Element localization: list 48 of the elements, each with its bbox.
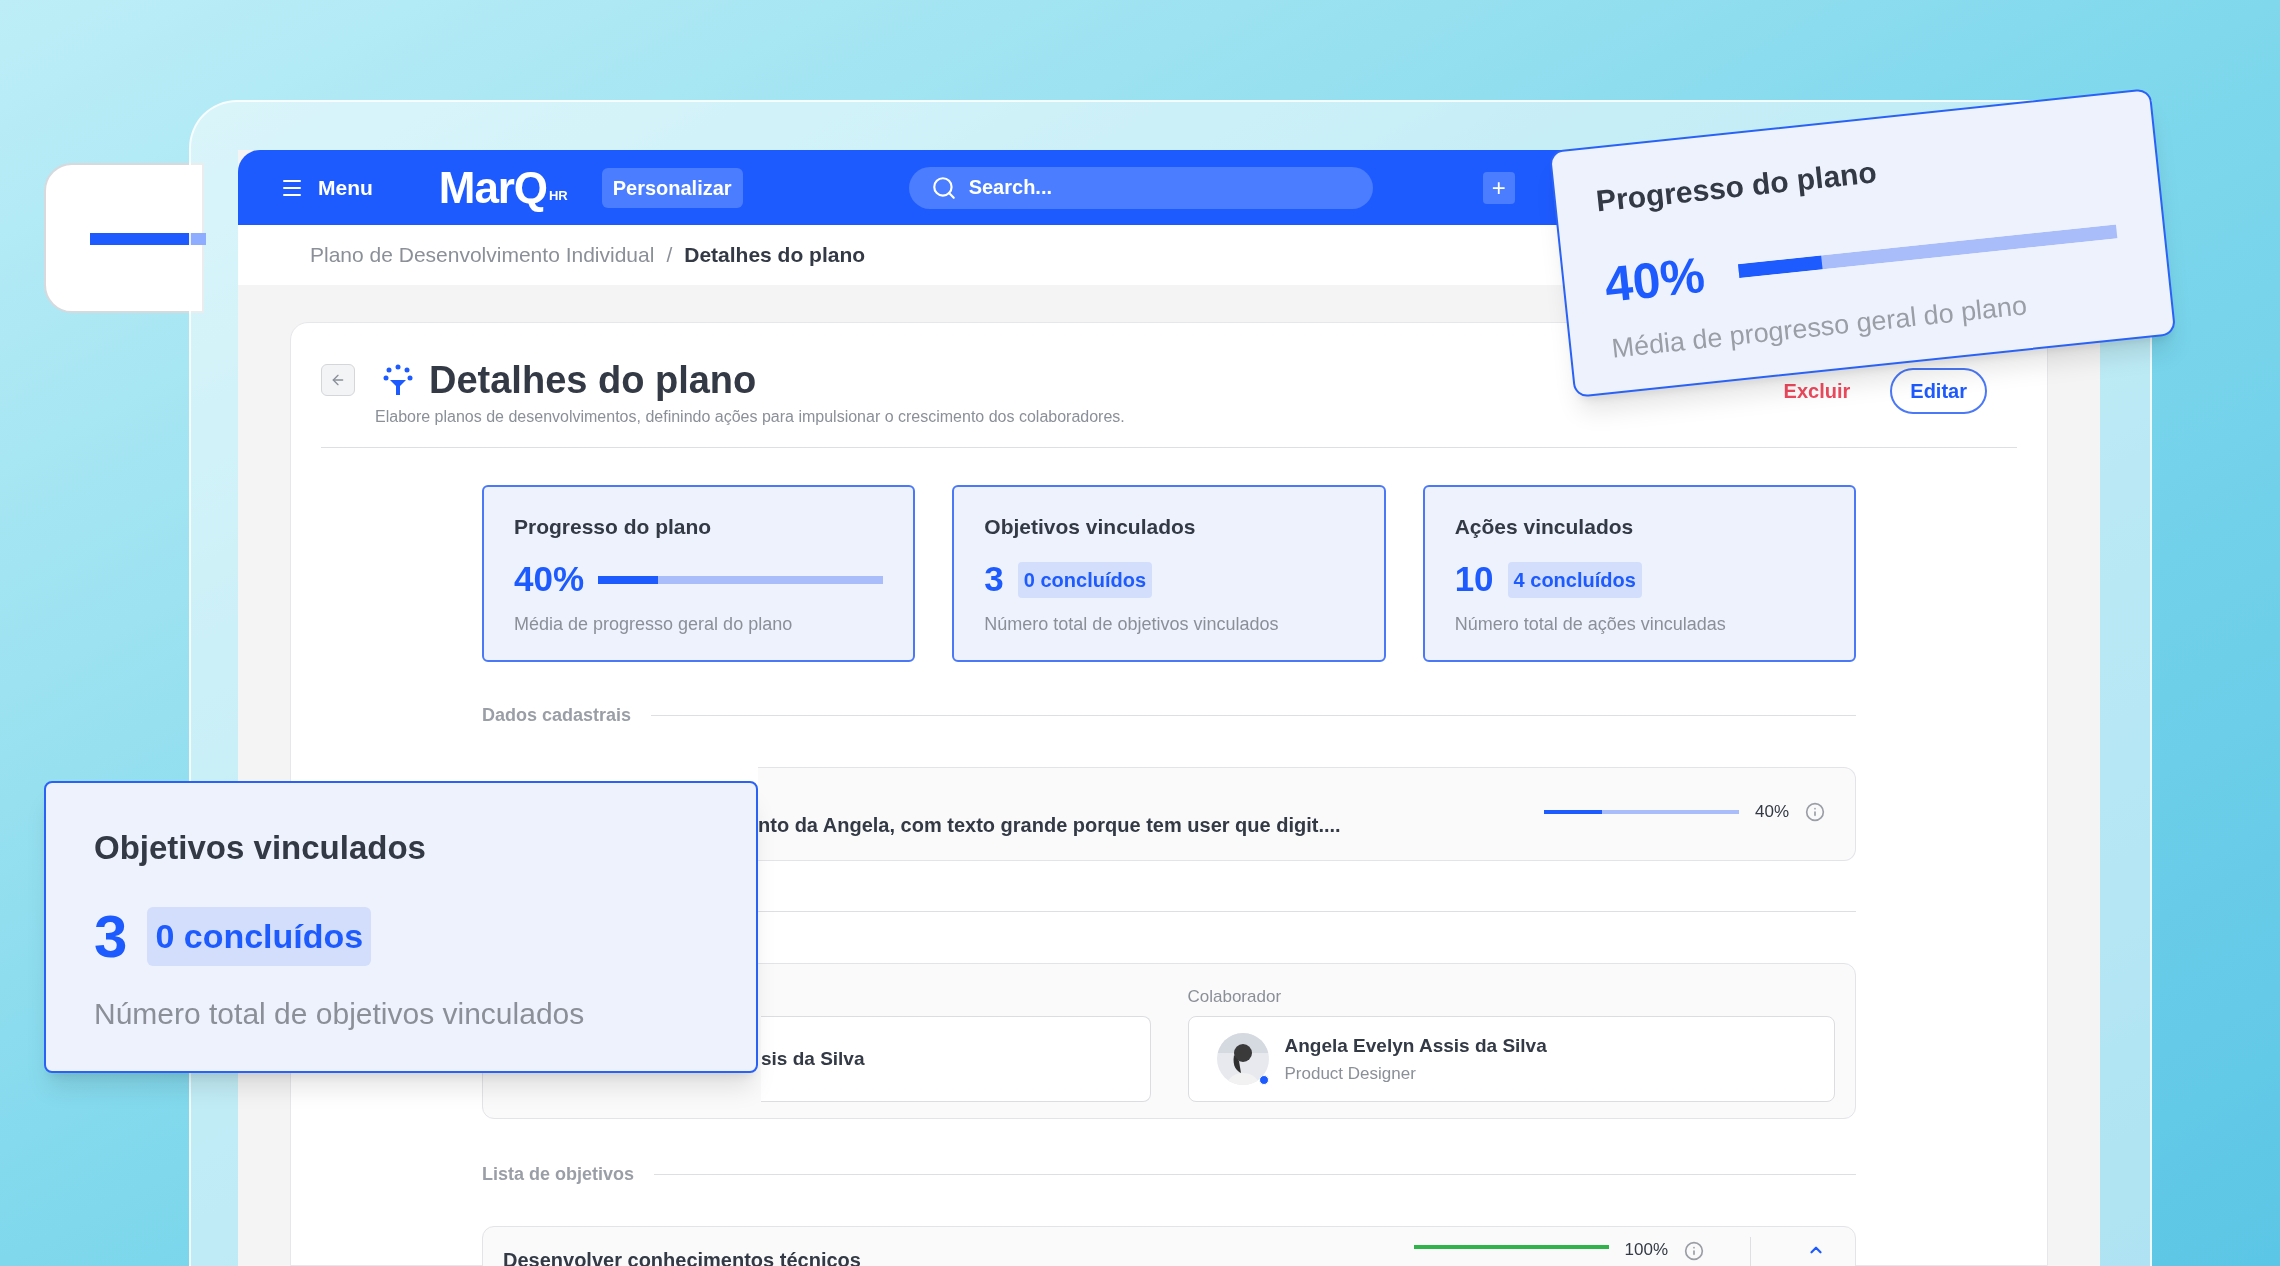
logo: MarQ xyxy=(438,165,547,210)
stat-description: Número total de objetivos vinculados xyxy=(984,612,1280,636)
count-value: 3 xyxy=(94,906,128,967)
breadcrumb-item[interactable]: Plano de Desenvolvimento Individual xyxy=(310,239,655,271)
completed-badge: 0 concluídos xyxy=(147,907,372,966)
completed-badge: 4 concluídos xyxy=(1507,561,1642,598)
progress-reading: 40% xyxy=(1754,801,1789,824)
info-icon xyxy=(1684,1241,1704,1261)
card-description: Número total de objetivos vinculados xyxy=(94,995,586,1032)
objective-row[interactable]: nto da Angela, com texto grande porque tem user que digit.... 40% xyxy=(758,767,1856,861)
breadcrumb-item: Detalhes do plano xyxy=(684,242,866,269)
field-label: Colaborador xyxy=(1187,986,1283,1008)
person-field[interactable]: sis da Silva xyxy=(761,1016,1151,1102)
breadcrumb-separator: / xyxy=(666,242,673,269)
completed-badge: 0 concluídos xyxy=(1017,561,1153,598)
stat-title: Objetivos vinculados xyxy=(984,514,1197,540)
back-icon xyxy=(330,372,346,388)
stat-description: Média de progresso geral do plano xyxy=(514,612,794,636)
stat-title: Ações vinculados xyxy=(1454,514,1635,540)
progress-reading: 100% xyxy=(1624,1241,1668,1258)
person-name: Angela Evelyn Assis da Silva xyxy=(1284,1034,1547,1058)
delete-button[interactable]: Excluir xyxy=(1783,376,1851,406)
progress-value: 40% xyxy=(1602,249,1708,310)
page-title: Detalhes do plano xyxy=(429,357,757,403)
info-icon xyxy=(1805,802,1825,822)
customize-button[interactable]: Personalizar xyxy=(601,167,743,208)
stat-value: 40% xyxy=(514,558,585,601)
card-title: Objetivos vinculados xyxy=(94,828,427,868)
growth-icon xyxy=(381,363,415,397)
back-button[interactable] xyxy=(321,364,355,396)
objective-title: nto da Angela, com texto grande porque tem user que digit.... xyxy=(758,813,1341,838)
page-subtitle: Elabore planos de desenvolvimentos, definindo ações para impulsionar o crescimento dos colaboradores. xyxy=(375,407,1126,427)
logo-suffix: HR xyxy=(548,186,568,205)
person-role: Product Designer xyxy=(1284,1062,1417,1085)
person-name: sis da Silva xyxy=(761,1046,865,1071)
add-button[interactable]: + xyxy=(1482,171,1515,204)
edit-button[interactable]: Editar xyxy=(1890,368,1987,414)
menu-button[interactable]: Menu xyxy=(280,171,373,204)
search-icon xyxy=(930,174,957,201)
search-field[interactable]: Search... xyxy=(908,166,1373,209)
section-label: Lista de objetivos xyxy=(482,1163,635,1186)
card-title: Progresso do plano xyxy=(1594,157,1878,217)
person-field[interactable]: Angela Evelyn Assis da Silva Product Designer xyxy=(1187,1016,1835,1102)
stat-title: Progresso do plano xyxy=(514,514,713,540)
stat-value: 10 xyxy=(1454,558,1494,601)
section-label: Dados cadastrais xyxy=(482,704,632,727)
stat-description: Número total de ações vinculadas xyxy=(1454,612,1727,636)
stat-value: 3 xyxy=(984,558,1004,601)
